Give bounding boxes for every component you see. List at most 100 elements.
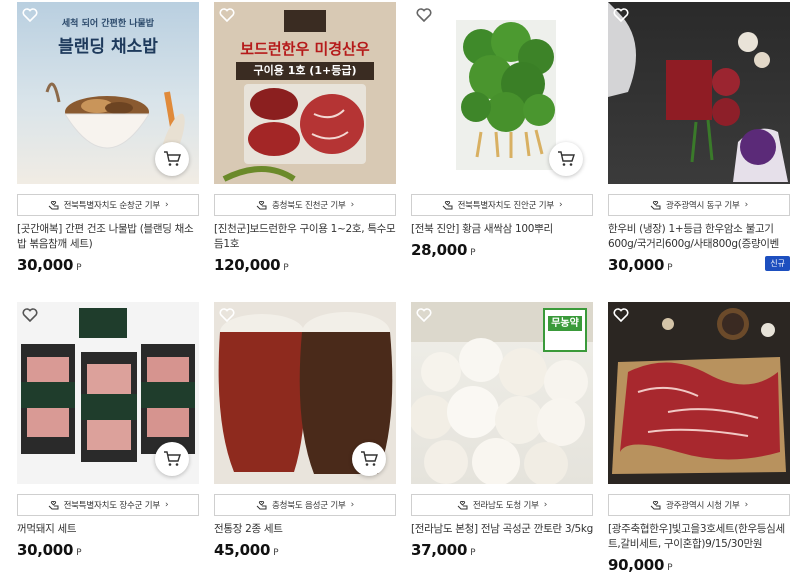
hand-heart-icon [256,200,267,209]
product-image[interactable] [608,2,790,184]
product-image[interactable] [608,302,790,484]
heart-outline-icon[interactable] [219,8,235,22]
product-name[interactable]: [광주축협한우]빛고을3호세트(한우등심세트,갈비세트, 구이혼합)9/15/3… [608,522,790,552]
product-image[interactable] [411,2,593,184]
image-caption-large: 보드런한우 미경산우 [240,40,370,58]
price-unit: P [273,548,279,558]
price-row: 30,000 P [17,256,199,274]
hand-heart-icon [650,500,661,509]
region-label: 전북특별자치도 진안군 기부 [457,201,555,211]
heart-outline-icon[interactable] [22,308,38,322]
hand-heart-icon [256,500,267,509]
no-pesticide-certification: 무농약 [543,308,587,352]
product-card[interactable]: 광주광역시 동구 기부 › 한우비 (냉장) 1+등급 한우암소 불고기600g… [608,2,790,274]
shopping-cart-icon [361,451,378,466]
region-label: 광주광역시 시청 기부 [666,501,740,511]
donation-region-button[interactable]: 광주광역시 시청 기부 › [608,494,790,516]
donation-region-button[interactable]: 광주광역시 동구 기부 › [608,194,790,216]
shopping-cart-icon [164,151,181,166]
hand-heart-icon [48,500,59,509]
product-card[interactable]: 전북특별자치도 장수군 기부 › 꺼먹돼지 세트 30,000 P [17,302,199,559]
product-card[interactable]: 광주광역시 시청 기부 › [광주축협한우]빛고을3호세트(한우등심세트,갈비세… [608,302,790,574]
product-name[interactable]: [곳간애복] 간편 건조 나물밥 (블랜딩 채소밥 볶음참깨 세트) [17,222,199,252]
product-price: 120,000 [214,256,281,274]
price-unit: P [283,263,289,273]
product-price: 30,000 [17,541,74,559]
product-price: 28,000 [411,241,468,259]
chevron-right-icon: › [165,200,169,210]
product-image[interactable] [17,302,199,484]
heart-outline-icon[interactable] [219,308,235,322]
product-card[interactable]: 세척 되어 간편한 나물밥 블랜딩 채소밥 전북특별자치도 순창군 기부 › [… [17,2,199,274]
donation-region-button[interactable]: 전북특별자치도 진안군 기부 › [411,194,593,216]
hand-heart-icon [457,500,468,509]
region-label: 전북특별자치도 장수군 기부 [63,501,161,511]
product-name[interactable]: 전통장 2종 세트 [214,522,396,537]
heart-outline-icon[interactable] [613,8,629,22]
add-to-cart-button[interactable] [155,442,189,476]
price-row: 120,000 P [214,256,396,274]
beef-illustration [222,84,366,182]
product-image[interactable] [214,302,396,484]
price-row: 45,000 P [214,541,396,559]
add-to-cart-button[interactable] [352,442,386,476]
donation-region-button[interactable]: 전라남도 도청 기부 › [411,494,593,516]
add-to-cart-button[interactable] [549,142,583,176]
heart-outline-icon[interactable] [22,8,38,22]
product-price: 30,000 [17,256,74,274]
donation-region-button[interactable]: 전북특별자치도 장수군 기부 › [17,494,199,516]
product-card[interactable]: 충청북도 음성군 기부 › 전통장 2종 세트 45,000 P [214,302,396,559]
shopping-cart-icon [164,451,181,466]
product-price: 90,000 [608,556,665,574]
image-caption-small: 구이용 1호 (1+등급) [236,62,374,80]
price-unit: P [667,563,673,573]
price-row: 90,000 P [608,556,790,574]
hand-heart-icon [442,200,453,209]
region-label: 전북특별자치도 순창군 기부 [63,201,161,211]
product-price: 37,000 [411,541,468,559]
product-card[interactable]: 보드런한우 미경산우 구이용 1호 (1+등급) 충청북도 진천군 기부 › [… [214,2,396,274]
beef-giftset-illustration [608,2,788,182]
shopping-cart-icon [558,151,575,166]
product-image[interactable]: 세척 되어 간편한 나물밥 블랜딩 채소밥 [17,2,199,184]
donation-region-button[interactable]: 전북특별자치도 순창군 기부 › [17,194,199,216]
add-to-cart-button[interactable] [155,142,189,176]
product-image[interactable]: 무농약 [411,302,593,484]
image-caption-large: 블랜딩 채소밥 [58,37,158,57]
price-unit: P [470,548,476,558]
chevron-right-icon: › [559,200,563,210]
hand-heart-icon [650,200,661,209]
product-name[interactable]: [진천군]보드런한우 구이용 1~2호, 특수모듬1호 [214,222,396,252]
chevron-right-icon: › [543,500,548,510]
product-image[interactable]: 보드런한우 미경산우 구이용 1호 (1+등급) [214,2,396,184]
region-label: 충청북도 음성군 기부 [272,501,346,511]
product-name[interactable]: 한우비 (냉장) 1+등급 한우암소 불고기600g/국거리600g/사태800… [608,222,790,252]
price-unit: P [76,263,82,273]
product-card[interactable]: 무농약 전라남도 도청 기부 › [전라남도 본청] 전남 곡성군 깐토란 3/… [411,302,593,559]
image-caption-small: 세척 되어 간편한 나물밥 [61,19,155,29]
price-unit: P [667,263,673,273]
price-unit: P [76,548,82,558]
price-unit: P [470,248,476,258]
region-label: 충청북도 진천군 기부 [272,201,346,211]
chevron-right-icon: › [350,500,355,510]
heart-outline-icon[interactable] [416,8,432,22]
chevron-right-icon: › [744,500,749,510]
chevron-right-icon: › [165,500,169,510]
heart-outline-icon[interactable] [613,308,629,322]
price-row: 30,000 P [17,541,199,559]
region-label: 광주광역시 동구 기부 [666,201,740,211]
product-name[interactable]: 꺼먹돼지 세트 [17,522,199,537]
product-name[interactable]: [전라남도 본청] 전남 곡성군 깐토란 3/5kg [411,522,593,537]
certification-label: 무농약 [548,316,582,331]
logo-block [284,10,326,32]
product-card[interactable]: 전북특별자치도 진안군 기부 › [전북 진안] 황금 새싹삼 100뿌리 28… [411,2,593,259]
price-row: 30,000 P 신규 [608,256,790,274]
heart-outline-icon[interactable] [416,308,432,322]
new-badge: 신규 [765,256,790,271]
donation-region-button[interactable]: 충청북도 진천군 기부 › [214,194,396,216]
donation-region-button[interactable]: 충청북도 음성군 기부 › [214,494,396,516]
product-price: 30,000 [608,256,665,274]
product-price: 45,000 [214,541,271,559]
region-label: 전라남도 도청 기부 [472,501,539,511]
